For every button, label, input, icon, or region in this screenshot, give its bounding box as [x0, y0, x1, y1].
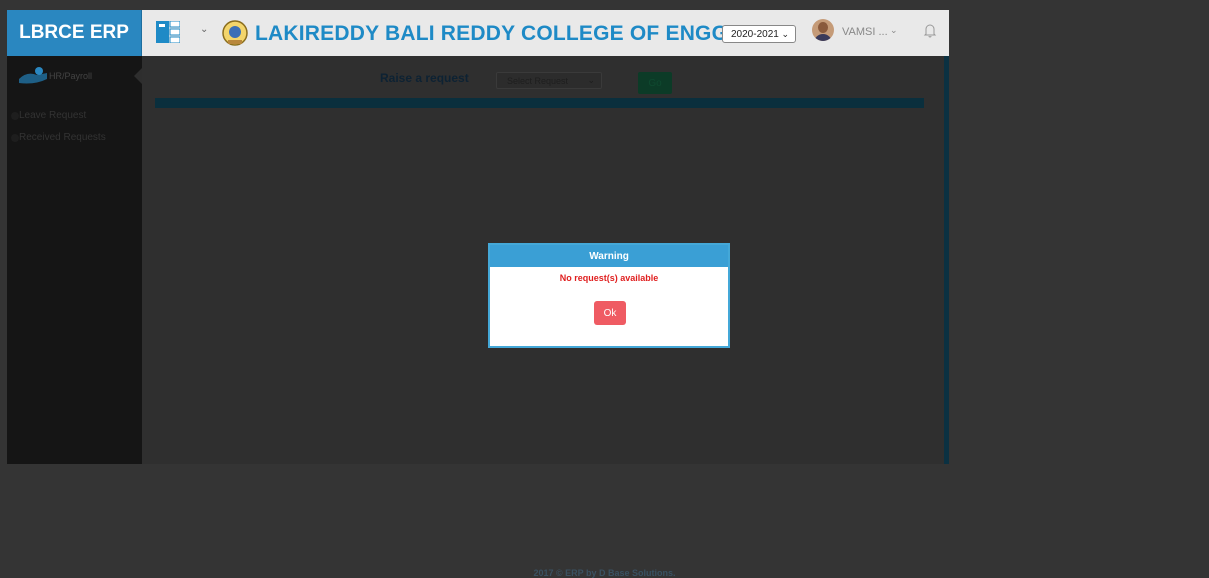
chevron-down-icon: ⌄	[781, 29, 789, 39]
sidebar-active-indicator	[134, 68, 142, 84]
academic-year-select[interactable]: 2020-2021 ⌄	[722, 25, 796, 43]
academic-year-value: 2020-2021	[731, 28, 779, 40]
user-name[interactable]: VAMSI ...	[842, 26, 888, 38]
section-divider-bar	[155, 98, 924, 108]
top-header: ⌄ LAKIREDDY BALI REDDY COLLEGE OF ENGG 2…	[142, 10, 949, 56]
chevron-down-icon[interactable]: ⌄	[890, 25, 898, 36]
request-type-select[interactable]: Select Request ⌄	[496, 72, 602, 89]
college-logo-icon	[222, 20, 248, 46]
ok-button[interactable]: Ok	[594, 301, 626, 325]
raise-request-label: Raise a request	[380, 71, 469, 85]
chevron-down-icon[interactable]: ⌄	[200, 24, 208, 35]
sidebar: HR/Payroll Leave Request Received Reques…	[7, 56, 142, 464]
request-select-value: Select Request	[507, 75, 569, 86]
bell-icon[interactable]	[923, 23, 937, 39]
college-name: LAKIREDDY BALI REDDY COLLEGE OF ENGG	[255, 22, 729, 45]
sidebar-item-leave-request[interactable]: Leave Request	[7, 108, 142, 126]
module-label: HR/Payroll	[49, 71, 93, 81]
dialog-title: Warning	[490, 245, 728, 267]
dialog-message: No request(s) available	[559, 273, 659, 283]
user-avatar[interactable]	[812, 19, 834, 41]
sidebar-item-received-requests[interactable]: Received Requests	[7, 130, 142, 148]
modules-grid-icon[interactable]	[156, 21, 180, 43]
sidebar-module-header[interactable]: HR/Payroll	[7, 56, 142, 98]
app-window: LBRCE ERP ⌄ LAKIREDDY BALI REDDY COLLEGE…	[7, 10, 949, 464]
bullet-icon	[11, 134, 19, 142]
footer-copyright: 2017 © ERP by D Base Solutions.	[533, 568, 676, 578]
scrollbar[interactable]	[944, 56, 949, 464]
hr-payroll-hand-icon	[19, 67, 47, 84]
brand-logo[interactable]: LBRCE ERP	[7, 10, 142, 56]
chevron-down-icon: ⌄	[587, 75, 595, 85]
sidebar-item-label: Leave Request	[19, 110, 87, 121]
warning-dialog: Warning No request(s) available Ok	[488, 243, 730, 348]
go-button[interactable]: Go	[638, 72, 672, 94]
sidebar-item-label: Received Requests	[19, 132, 106, 143]
bullet-icon	[11, 112, 19, 120]
